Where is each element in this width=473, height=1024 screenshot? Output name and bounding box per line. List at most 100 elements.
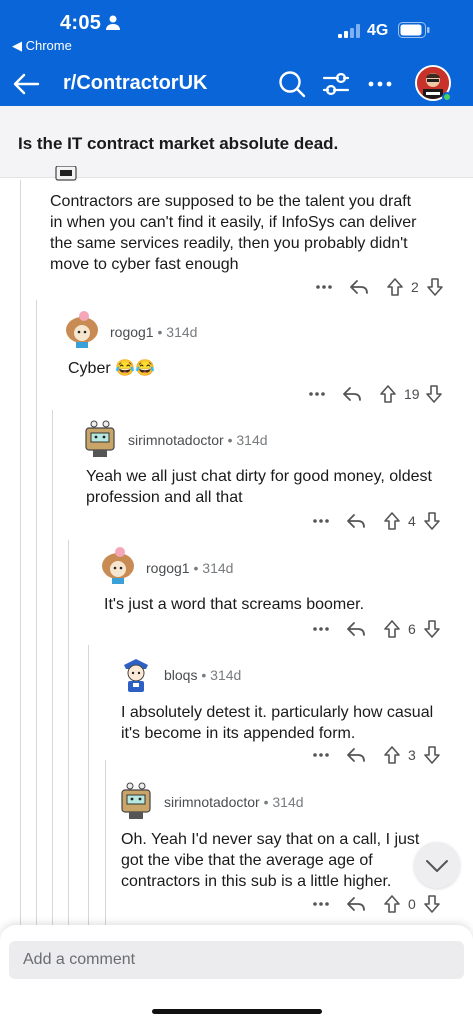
- reply-icon[interactable]: [344, 509, 368, 533]
- battery-icon: [398, 22, 430, 38]
- meta-separator: •: [227, 432, 233, 448]
- home-indicator[interactable]: [152, 1009, 322, 1014]
- comment-line: Oh. Yeah I'd never say that on a call, I…: [121, 831, 420, 848]
- upvote-icon[interactable]: [382, 894, 402, 914]
- meta-separator: •: [263, 794, 269, 810]
- upvote-icon[interactable]: [382, 745, 402, 765]
- back-arrow-icon[interactable]: [10, 68, 42, 100]
- comment-meta: bloqs • 314d: [164, 665, 241, 685]
- next-comment-button[interactable]: [414, 842, 460, 888]
- subreddit-title[interactable]: r/ContractorUK: [63, 72, 207, 95]
- comment-line: Cyber: [68, 360, 111, 377]
- more-options-icon[interactable]: [310, 745, 332, 765]
- network-type: 4G: [367, 22, 389, 39]
- vote-count: 6: [408, 621, 416, 637]
- more-options-icon[interactable]: [310, 511, 332, 531]
- downvote-icon[interactable]: [425, 277, 445, 297]
- comment-line: I absolutely detest it. particularly how…: [121, 704, 434, 721]
- add-comment-input[interactable]: Add a comment: [9, 941, 464, 979]
- comment-age: 314d: [166, 324, 198, 340]
- thread-line[interactable]: [105, 760, 106, 925]
- comment-line: it's become in its appended form.: [121, 725, 356, 742]
- comment-body: Contractors are supposed to be the talen…: [50, 191, 470, 275]
- comment-line: It's just a word that screams boomer.: [104, 596, 365, 613]
- vote-count: 4: [408, 513, 416, 529]
- comment-line: in when you can't find it easily, if Inf…: [50, 214, 417, 231]
- comment-body: Cyber 😂😂: [68, 358, 155, 379]
- downvote-icon[interactable]: [422, 745, 442, 765]
- thread-line[interactable]: [88, 645, 89, 925]
- commenter-avatar[interactable]: [62, 308, 102, 348]
- thread-line[interactable]: [52, 410, 53, 925]
- comment-line: Yeah we all just chat dirty for good mon…: [86, 468, 432, 485]
- username[interactable]: rogog1: [110, 324, 154, 340]
- reply-icon[interactable]: [344, 617, 368, 641]
- comment-composer: Add a comment: [0, 925, 473, 1024]
- back-to-app-link[interactable]: ◀ Chrome: [12, 38, 72, 54]
- meta-separator: •: [157, 324, 163, 340]
- vote-count: 0: [408, 896, 416, 912]
- search-icon[interactable]: [274, 66, 310, 102]
- meta-separator: •: [193, 560, 199, 576]
- comment-actions: 4: [310, 509, 442, 533]
- commenter-avatar[interactable]: [98, 544, 138, 584]
- username[interactable]: bloqs: [164, 667, 197, 683]
- more-options-icon[interactable]: [310, 619, 332, 639]
- comment-meta: rogog1 • 314d: [110, 322, 197, 342]
- more-options-icon[interactable]: [306, 384, 328, 404]
- comment-line: profession and all that: [86, 489, 243, 506]
- downvote-icon[interactable]: [422, 511, 442, 531]
- comment-body: Yeah we all just chat dirty for good mon…: [86, 466, 466, 508]
- comment-actions: 3: [310, 743, 442, 767]
- reply-icon[interactable]: [344, 892, 368, 916]
- filter-icon[interactable]: [318, 66, 354, 102]
- upvote-icon[interactable]: [378, 384, 398, 404]
- vote-count: 3: [408, 747, 416, 763]
- username[interactable]: sirimnotadoctor: [128, 432, 224, 448]
- thread-line[interactable]: [20, 180, 21, 925]
- comment-age: 314d: [210, 667, 242, 683]
- comment-actions: 6: [310, 617, 442, 641]
- reply-icon[interactable]: [347, 275, 371, 299]
- upvote-icon[interactable]: [382, 511, 402, 531]
- thread-line[interactable]: [68, 540, 69, 925]
- comment-line: Contractors are supposed to be the talen…: [50, 193, 412, 210]
- reply-icon[interactable]: [340, 382, 364, 406]
- comment-actions: 2: [313, 275, 445, 299]
- comment-age: 314d: [202, 560, 234, 576]
- upvote-icon[interactable]: [385, 277, 405, 297]
- downvote-icon[interactable]: [422, 619, 442, 639]
- status-time: 4:05: [60, 12, 102, 34]
- commenter-avatar[interactable]: [52, 166, 80, 184]
- username[interactable]: sirimnotadoctor: [164, 794, 260, 810]
- more-options-icon[interactable]: [310, 894, 332, 914]
- downvote-icon[interactable]: [422, 894, 442, 914]
- comment-body: I absolutely detest it. particularly how…: [121, 702, 466, 744]
- top-nav-bar: r/ContractorUK: [0, 62, 473, 106]
- reply-icon[interactable]: [344, 743, 368, 767]
- vote-count: 19: [404, 386, 420, 402]
- comment-age: 314d: [236, 432, 268, 448]
- commenter-avatar[interactable]: [80, 418, 120, 458]
- signal-icon: [338, 24, 360, 38]
- comment-meta: rogog1 • 314d: [146, 558, 233, 578]
- comment-line: the same services readily, then you prob…: [50, 235, 408, 252]
- commenter-avatar[interactable]: [116, 780, 156, 820]
- comment-meta: sirimnotadoctor • 314d: [128, 430, 268, 450]
- username[interactable]: rogog1: [146, 560, 190, 576]
- commenter-avatar[interactable]: [116, 653, 156, 693]
- more-options-icon[interactable]: [313, 277, 335, 297]
- person-icon: [106, 15, 120, 30]
- thread-line[interactable]: [36, 300, 37, 925]
- downvote-icon[interactable]: [424, 384, 444, 404]
- status-bar: 4:05 ◀ Chrome 4G: [0, 0, 473, 62]
- comment-line: contractors in this sub is a little high…: [121, 873, 392, 890]
- comment-meta: sirimnotadoctor • 314d: [164, 792, 304, 812]
- comment-line: move to cyber fast enough: [50, 256, 239, 273]
- comment-body: Oh. Yeah I'd never say that on a call, I…: [121, 829, 421, 892]
- more-icon[interactable]: [362, 66, 398, 102]
- post-title: Is the IT contract market absolute dead.: [18, 134, 339, 153]
- upvote-icon[interactable]: [382, 619, 402, 639]
- chevron-down-icon: [426, 860, 448, 872]
- vote-count: 2: [411, 279, 419, 295]
